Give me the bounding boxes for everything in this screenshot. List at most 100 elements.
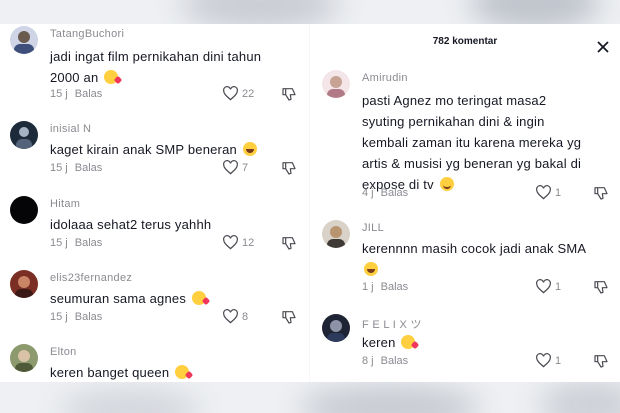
- grinning-face-icon: [439, 177, 454, 191]
- comment-time: 15 j: [50, 88, 68, 100]
- heart-outline-icon: [222, 309, 239, 324]
- comment-item: inisial N kaget kirain anak SMP beneran …: [0, 119, 312, 179]
- comment-text-body: kerennnn masih cocok jadi anak SMA: [362, 241, 586, 256]
- heart-outline-icon: [222, 86, 239, 101]
- comment-time: 15 j: [50, 311, 68, 323]
- reply-button[interactable]: Balas: [75, 162, 103, 174]
- like-button[interactable]: 1: [535, 353, 561, 368]
- dislike-button[interactable]: [593, 185, 609, 201]
- comment-text-body: kaget kirain anak SMP beneran: [50, 142, 237, 157]
- reply-button[interactable]: Balas: [381, 281, 409, 293]
- like-button[interactable]: 1: [535, 279, 561, 294]
- comment-text: keren: [362, 332, 587, 353]
- comments-panel-right[interactable]: 782 komentar Amirudin pasti Agnez mo ter…: [310, 24, 620, 382]
- comment-item: Elton keren banget queen: [0, 342, 312, 382]
- avatar[interactable]: [322, 70, 350, 98]
- like-button[interactable]: 12: [222, 235, 254, 250]
- comment-time: 15 j: [50, 162, 68, 174]
- comment-time: 15 j: [50, 237, 68, 249]
- comment-count-title: 782 komentar: [432, 36, 498, 47]
- smiling-face-with-hearts-icon: [175, 365, 190, 379]
- like-button[interactable]: 1: [535, 185, 561, 200]
- comment-meta: 8 j Balas: [362, 355, 408, 367]
- comment-text-body: idolaaa sehat2 terus yahhh: [50, 217, 212, 232]
- avatar[interactable]: [10, 270, 38, 298]
- heart-outline-icon: [222, 235, 239, 250]
- comment-username[interactable]: Amirudin: [362, 72, 408, 84]
- comment-text: kaget kirain anak SMP beneran: [50, 139, 290, 160]
- thumbs-down-icon: [281, 86, 297, 102]
- comment-username[interactable]: Elton: [50, 346, 77, 358]
- comment-text: keren banget queen: [50, 362, 290, 382]
- like-count: 1: [555, 280, 562, 293]
- comment-username[interactable]: TatangBuchori: [50, 28, 124, 40]
- rolling-laughing-icon: [364, 262, 378, 276]
- comment-text: idolaaa sehat2 terus yahhh: [50, 214, 290, 235]
- comment-username[interactable]: F E L I X ツ: [362, 316, 422, 332]
- dislike-button[interactable]: [281, 160, 297, 176]
- smiling-face-with-hearts-icon: [104, 70, 119, 84]
- dislike-button[interactable]: [281, 86, 297, 102]
- like-count: 22: [242, 87, 255, 100]
- comment-meta: 4 j Balas: [362, 187, 408, 199]
- avatar[interactable]: [10, 196, 38, 224]
- smiling-face-with-hearts-icon: [401, 335, 416, 349]
- dislike-button[interactable]: [281, 235, 297, 251]
- dislike-button[interactable]: [593, 279, 609, 295]
- comment-text: seumuran sama agnes: [50, 288, 290, 309]
- comment-text-body: seumuran sama agnes: [50, 291, 187, 306]
- like-button[interactable]: 22: [222, 86, 254, 101]
- avatar[interactable]: [10, 26, 38, 54]
- background-blur: [60, 390, 200, 413]
- dislike-button[interactable]: [593, 353, 609, 369]
- comment-item: TatangBuchori jadi ingat film pernikahan…: [0, 24, 312, 102]
- comment-meta: 15 j Balas: [50, 162, 102, 174]
- comment-username[interactable]: Hitam: [50, 198, 80, 210]
- reply-button[interactable]: Balas: [381, 187, 409, 199]
- rolling-laughing-icon: [242, 142, 257, 156]
- thumbs-down-icon: [593, 353, 609, 369]
- heart-outline-icon: [535, 279, 552, 294]
- close-button[interactable]: [596, 40, 610, 54]
- avatar[interactable]: [322, 314, 350, 342]
- comment-item: elis23fernandez seumuran sama agnes 15 j…: [0, 268, 312, 328]
- comment-username[interactable]: elis23fernandez: [50, 272, 132, 284]
- thumbs-down-icon: [593, 279, 609, 295]
- thumbs-down-icon: [281, 309, 297, 325]
- comment-time: 4 j: [362, 187, 374, 199]
- reply-button[interactable]: Balas: [75, 88, 103, 100]
- comment-meta: 1 j Balas: [362, 281, 408, 293]
- like-button[interactable]: 8: [222, 309, 248, 324]
- heart-outline-icon: [535, 185, 552, 200]
- thumbs-down-icon: [281, 160, 297, 176]
- comments-panel-left[interactable]: TatangBuchori jadi ingat film pernikahan…: [0, 24, 312, 382]
- dislike-button[interactable]: [281, 309, 297, 325]
- thumbs-down-icon: [281, 235, 297, 251]
- reply-button[interactable]: Balas: [75, 237, 103, 249]
- comment-text: kerennnn masih cocok jadi anak SMA: [362, 238, 587, 280]
- like-count: 7: [242, 161, 249, 174]
- like-button[interactable]: 7: [222, 160, 248, 175]
- comment-item: F E L I X ツ keren 8 j Balas 1: [310, 312, 620, 372]
- like-count: 1: [555, 186, 562, 199]
- comment-meta: 15 j Balas: [50, 237, 102, 249]
- reply-button[interactable]: Balas: [75, 311, 103, 323]
- comment-username[interactable]: JILL: [362, 222, 384, 234]
- comment-text: jadi ingat film pernikahan dini tahun 20…: [50, 46, 265, 88]
- comment-meta: 15 j Balas: [50, 88, 102, 100]
- smiling-face-with-hearts-icon: [191, 291, 206, 305]
- thumbs-down-icon: [593, 185, 609, 201]
- avatar[interactable]: [322, 220, 350, 248]
- comment-text-body: jadi ingat film pernikahan dini tahun 20…: [50, 49, 262, 85]
- background-blur: [540, 380, 620, 413]
- like-count: 1: [555, 354, 562, 367]
- comment-text-body: keren banget queen: [50, 365, 170, 380]
- comment-text: pasti Agnez mo teringat masa2 syuting pe…: [362, 90, 587, 195]
- comment-text-body: pasti Agnez mo teringat masa2 syuting pe…: [362, 93, 582, 192]
- comment-username[interactable]: inisial N: [50, 123, 91, 135]
- avatar[interactable]: [10, 121, 38, 149]
- comment-time: 1 j: [362, 281, 374, 293]
- comment-item: Hitam idolaaa sehat2 terus yahhh 15 j Bal…: [0, 194, 312, 254]
- avatar[interactable]: [10, 344, 38, 372]
- reply-button[interactable]: Balas: [381, 355, 409, 367]
